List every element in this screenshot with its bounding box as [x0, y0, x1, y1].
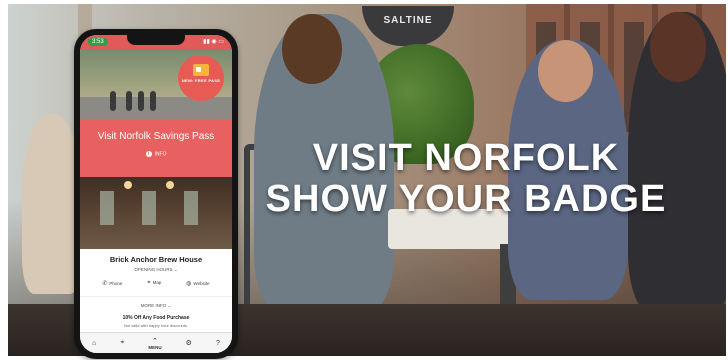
street — [80, 97, 232, 119]
map-tab-icon[interactable]: ⌖ — [120, 339, 124, 347]
phone-notch — [127, 35, 185, 45]
map-action-label: Map — [152, 280, 162, 285]
pedestrian — [110, 91, 116, 111]
venue-name: Brick Anchor Brew House — [109, 255, 203, 264]
chevron-up-icon: ⌃ — [152, 337, 158, 345]
phone-mockup: 3:53 ▮▮ ◉ ▭ NEW: FREE PASS Visit Norfolk… — [74, 29, 238, 359]
map-action[interactable]: ⌖ Map — [147, 280, 161, 287]
info-button[interactable]: i INFO — [145, 150, 167, 157]
pedestrian — [150, 91, 156, 111]
venue-photo — [80, 177, 232, 249]
info-label: INFO — [154, 151, 167, 157]
pass-badge[interactable]: NEW: FREE PASS — [178, 55, 224, 101]
person-background-woman — [22, 114, 82, 294]
venue-details: Brick Anchor Brew House OPENING HOURS ⌄ … — [80, 249, 232, 328]
menu-label: MENU — [148, 344, 162, 350]
offer-note: Not valid with happy hour discounts. — [123, 323, 189, 328]
pass-banner: Visit Norfolk Savings Pass i INFO — [80, 119, 232, 177]
status-bar: 3:53 ▮▮ ◉ ▭ — [80, 35, 232, 49]
pedestrian — [138, 91, 144, 111]
pass-title: Visit Norfolk Savings Pass — [97, 131, 215, 142]
home-icon[interactable]: ⌂ — [92, 340, 96, 347]
venue-window — [184, 191, 198, 225]
menu-tab[interactable]: ⌃ MENU — [148, 337, 161, 350]
more-info-toggle[interactable]: MORE INFO ⌄ — [80, 296, 232, 309]
map-pin-icon: ⌖ — [147, 280, 151, 286]
offer-title: 10% Off Any Food Purchase — [122, 315, 190, 321]
opening-hours-toggle[interactable]: OPENING HOURS ⌄ — [80, 267, 232, 273]
restaurant-sign: SALTINE — [362, 6, 454, 46]
venue-window — [142, 191, 156, 225]
status-icons: ▮▮ ◉ ▭ — [203, 39, 224, 45]
venue-window — [100, 191, 114, 225]
help-icon[interactable]: ? — [216, 340, 220, 347]
info-icon: i — [145, 150, 152, 157]
phone-screen: 3:53 ▮▮ ◉ ▭ NEW: FREE PASS Visit Norfolk… — [80, 35, 232, 353]
pass-badge-label: NEW: FREE PASS — [181, 78, 221, 83]
phone-action-label: Phone — [109, 281, 123, 286]
headline: VISIT NORFOLK SHOW YOUR BADGE — [256, 137, 676, 221]
pendant-lamp — [166, 181, 174, 189]
status-time: 3:53 — [88, 38, 108, 46]
hero-image: NEW: FREE PASS — [80, 49, 232, 119]
headline-line-1: VISIT NORFOLK — [312, 137, 620, 179]
offer: 10% Off Any Food Purchase Not valid with… — [80, 315, 232, 328]
pedestrian — [126, 91, 132, 111]
settings-icon[interactable]: ⚙ — [186, 339, 192, 347]
globe-icon: ◍ — [186, 281, 192, 287]
website-action[interactable]: ◍ Website — [186, 280, 209, 287]
phone-icon: ✆ — [102, 281, 108, 287]
pendant-lamp — [124, 181, 132, 189]
phone-action[interactable]: ✆ Phone — [102, 280, 122, 287]
headline-line-2: SHOW YOUR BADGE — [265, 178, 667, 221]
id-card-icon — [193, 64, 209, 76]
website-action-label: Website — [193, 281, 210, 286]
venue-actions: ✆ Phone ⌖ Map ◍ Website — [80, 280, 232, 287]
bottom-tab-bar: ⌂ ⌖ ⌃ MENU ⚙ ? — [80, 332, 232, 353]
